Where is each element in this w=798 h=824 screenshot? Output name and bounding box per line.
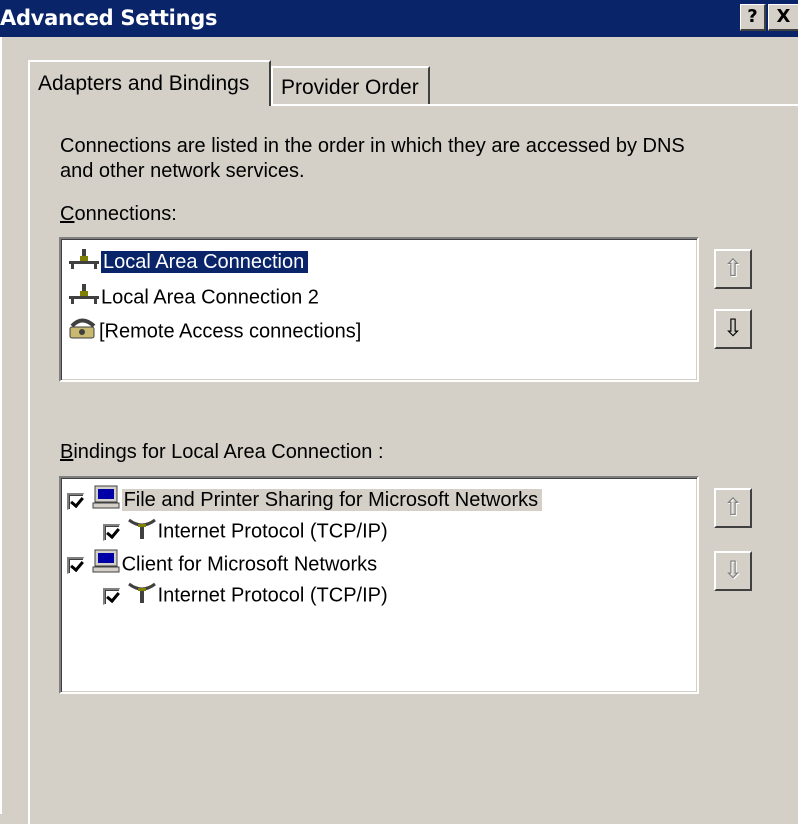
tab-label: Adapters and Bindings [38, 72, 250, 95]
protocol-icon [126, 516, 158, 548]
tree-item-label: Client for Microsoft Networks [121, 553, 378, 576]
protocol-icon [126, 580, 158, 612]
network-adapter-icon [67, 247, 101, 279]
connections-label-rest: onnections: [74, 203, 177, 225]
list-item[interactable]: [Remote Access connections] [67, 315, 361, 343]
computer-icon [90, 484, 122, 518]
tree-item-label: Internet Protocol (TCP/IP) [157, 584, 388, 607]
binding-move-down-button[interactable]: ⇩ [714, 551, 752, 591]
window-title: Advanced Settings [0, 6, 218, 30]
bindings-label: Bindings for Local Area Connection : [60, 441, 384, 464]
computer-icon [90, 548, 122, 582]
arrow-down-icon: ⇩ [722, 314, 744, 342]
help-icon: ? [747, 6, 758, 27]
arrow-up-icon: ⇧ [722, 493, 744, 521]
move-down-button[interactable]: ⇩ [714, 309, 752, 349]
tree-item[interactable]: Internet Protocol (TCP/IP) [103, 516, 388, 544]
list-item[interactable]: Local Area Connection 2 [67, 282, 319, 310]
list-item-label: Local Area Connection [99, 250, 310, 275]
tree-item[interactable]: Internet Protocol (TCP/IP) [103, 580, 388, 608]
description-text: Connections are listed in the order in w… [60, 135, 685, 182]
tab-adapters-and-bindings[interactable]: Adapters and Bindings [28, 60, 271, 106]
list-item-label: [Remote Access connections] [99, 320, 362, 343]
checkbox[interactable] [67, 556, 84, 574]
network-adapter-icon [67, 282, 101, 314]
arrow-up-icon: ⇧ [722, 254, 744, 282]
tree-item-label: File and Printer Sharing for Microsoft N… [121, 489, 543, 512]
tab-label: Provider Order [281, 76, 419, 99]
move-up-button[interactable]: ⇧ [714, 249, 752, 289]
tree-item[interactable]: Client for Microsoft Networks [67, 548, 377, 576]
connections-list[interactable]: Local Area Connection Local Area Connect… [59, 237, 699, 382]
list-item-label: Local Area Connection 2 [101, 286, 319, 309]
dialog-frame [0, 37, 2, 814]
binding-move-up-button[interactable]: ⇧ [714, 488, 752, 528]
checkbox[interactable] [103, 523, 120, 541]
bindings-tree[interactable]: File and Printer Sharing for Microsoft N… [59, 476, 699, 694]
close-button[interactable]: X [768, 4, 798, 31]
bindings-label-accel: B [60, 441, 74, 463]
checkbox[interactable] [67, 492, 84, 510]
modem-phone-icon [67, 315, 99, 349]
title-bar: Advanced Settings ? X [0, 0, 798, 37]
help-button[interactable]: ? [740, 4, 766, 31]
connections-label: Connections: [60, 203, 177, 226]
tree-item-label: Internet Protocol (TCP/IP) [157, 520, 388, 543]
tab-provider-order[interactable]: Provider Order [271, 66, 430, 104]
arrow-down-icon: ⇩ [722, 556, 744, 584]
bindings-label-rest: indings for Local Area Connection : [73, 441, 384, 463]
connections-label-accel: C [60, 203, 75, 225]
close-icon: X [776, 6, 791, 27]
list-item[interactable]: Local Area Connection [67, 247, 310, 275]
tree-item[interactable]: File and Printer Sharing for Microsoft N… [67, 484, 543, 512]
checkbox[interactable] [103, 587, 120, 605]
